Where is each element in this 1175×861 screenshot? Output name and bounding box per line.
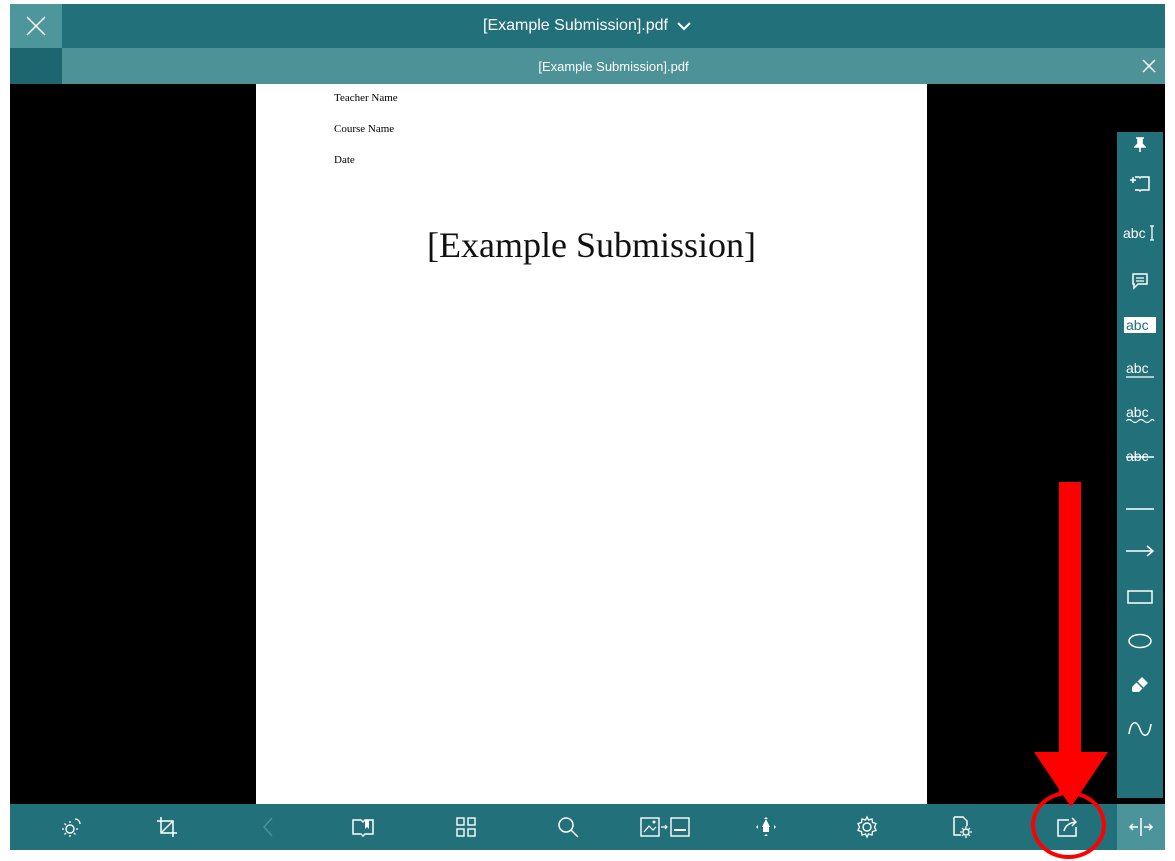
document-heading: [Example Submission]	[427, 225, 756, 265]
pdf-app-window: [Example Submission].pdf [Example Submis…	[10, 4, 1165, 850]
strikethrough-icon: abc	[1126, 448, 1154, 464]
svg-text:abc: abc	[1126, 317, 1149, 333]
eraser-tool[interactable]	[1117, 666, 1163, 704]
search-button[interactable]	[548, 804, 588, 850]
teacher-name-text: Teacher Name	[334, 92, 398, 104]
speech-bubble-icon	[1132, 273, 1148, 290]
freehand-curve-icon	[1128, 722, 1152, 736]
gear-icon	[857, 815, 877, 839]
image-to-text-icon	[640, 817, 690, 837]
line-icon	[1126, 508, 1154, 510]
tab-close-button[interactable]	[1139, 56, 1159, 76]
svg-text:abc: abc	[1123, 225, 1146, 241]
brightness-button[interactable]	[52, 804, 92, 850]
document-page[interactable]: Teacher Name Course Name Date [Example S…	[256, 84, 927, 809]
underline-tool[interactable]: abc	[1117, 350, 1163, 388]
close-icon	[1142, 59, 1156, 73]
title-bar: [Example Submission].pdf	[10, 4, 1165, 48]
chevron-left-icon	[262, 817, 273, 837]
comment-tool[interactable]	[1117, 262, 1163, 300]
svg-text:abc: abc	[1126, 448, 1149, 464]
rectangle-icon	[1127, 590, 1153, 604]
strikeout-tool[interactable]: abc	[1117, 438, 1163, 476]
thumbnails-button[interactable]	[446, 804, 486, 850]
ocr-button[interactable]	[636, 804, 696, 850]
document-title: [Example Submission].pdf	[483, 17, 668, 34]
reading-mode-button[interactable]	[343, 804, 383, 850]
settings-button[interactable]	[847, 804, 887, 850]
pin-toolbar-button[interactable]	[1117, 134, 1163, 156]
line-tool[interactable]	[1117, 490, 1163, 528]
brightness-icon	[62, 818, 81, 837]
annotation-arrow-shaft	[1059, 482, 1081, 792]
book-icon	[352, 819, 374, 837]
search-icon	[558, 817, 579, 838]
document-title-dropdown[interactable]: [Example Submission].pdf	[10, 4, 1165, 48]
chevron-down-icon	[676, 21, 692, 31]
annotation-toolbar: abc abc abc abc abc	[1117, 132, 1163, 798]
grid-icon	[456, 817, 476, 837]
close-icon	[26, 16, 46, 36]
add-bookmark-button[interactable]	[1117, 164, 1163, 202]
date-text: Date	[334, 154, 355, 166]
tab-bar: [Example Submission].pdf	[10, 48, 1165, 84]
bottom-toolbar	[10, 804, 1165, 850]
scroll-arrows-icon	[756, 817, 776, 836]
ellipse-tool[interactable]	[1117, 622, 1163, 660]
split-arrows-icon	[1128, 818, 1154, 836]
arrow-right-icon	[1126, 545, 1155, 557]
annotation-highlight-circle	[1031, 791, 1106, 859]
document-settings-button[interactable]	[942, 804, 982, 850]
highlight-icon: abc	[1124, 317, 1156, 333]
ellipse-icon	[1128, 633, 1152, 649]
crop-button[interactable]	[147, 804, 187, 850]
eraser-icon	[1132, 677, 1148, 692]
svg-text:abc: abc	[1126, 404, 1149, 420]
book-add-icon	[1130, 176, 1150, 192]
freehand-tool[interactable]	[1117, 710, 1163, 748]
close-document-button[interactable]	[10, 4, 62, 48]
squiggly-tool[interactable]: abc	[1117, 394, 1163, 432]
text-insert-tool[interactable]: abc	[1117, 214, 1163, 252]
crop-icon	[157, 817, 177, 837]
text-cursor-icon: abc	[1123, 225, 1154, 241]
underline-icon: abc	[1126, 360, 1154, 378]
previous-page-button[interactable]	[248, 804, 288, 850]
document-tab[interactable]: [Example Submission].pdf	[62, 48, 1165, 84]
highlight-tool[interactable]: abc	[1117, 306, 1163, 344]
rectangle-tool[interactable]	[1117, 578, 1163, 616]
course-name-text: Course Name	[334, 123, 395, 135]
document-gear-icon	[953, 816, 972, 838]
tab-label: [Example Submission].pdf	[538, 58, 689, 74]
split-view-button[interactable]	[1117, 804, 1165, 850]
scroll-direction-button[interactable]	[746, 804, 786, 850]
arrow-tool[interactable]	[1117, 532, 1163, 570]
squiggly-underline-icon: abc	[1125, 404, 1155, 424]
pin-icon	[1134, 137, 1146, 152]
svg-text:abc: abc	[1126, 360, 1149, 376]
